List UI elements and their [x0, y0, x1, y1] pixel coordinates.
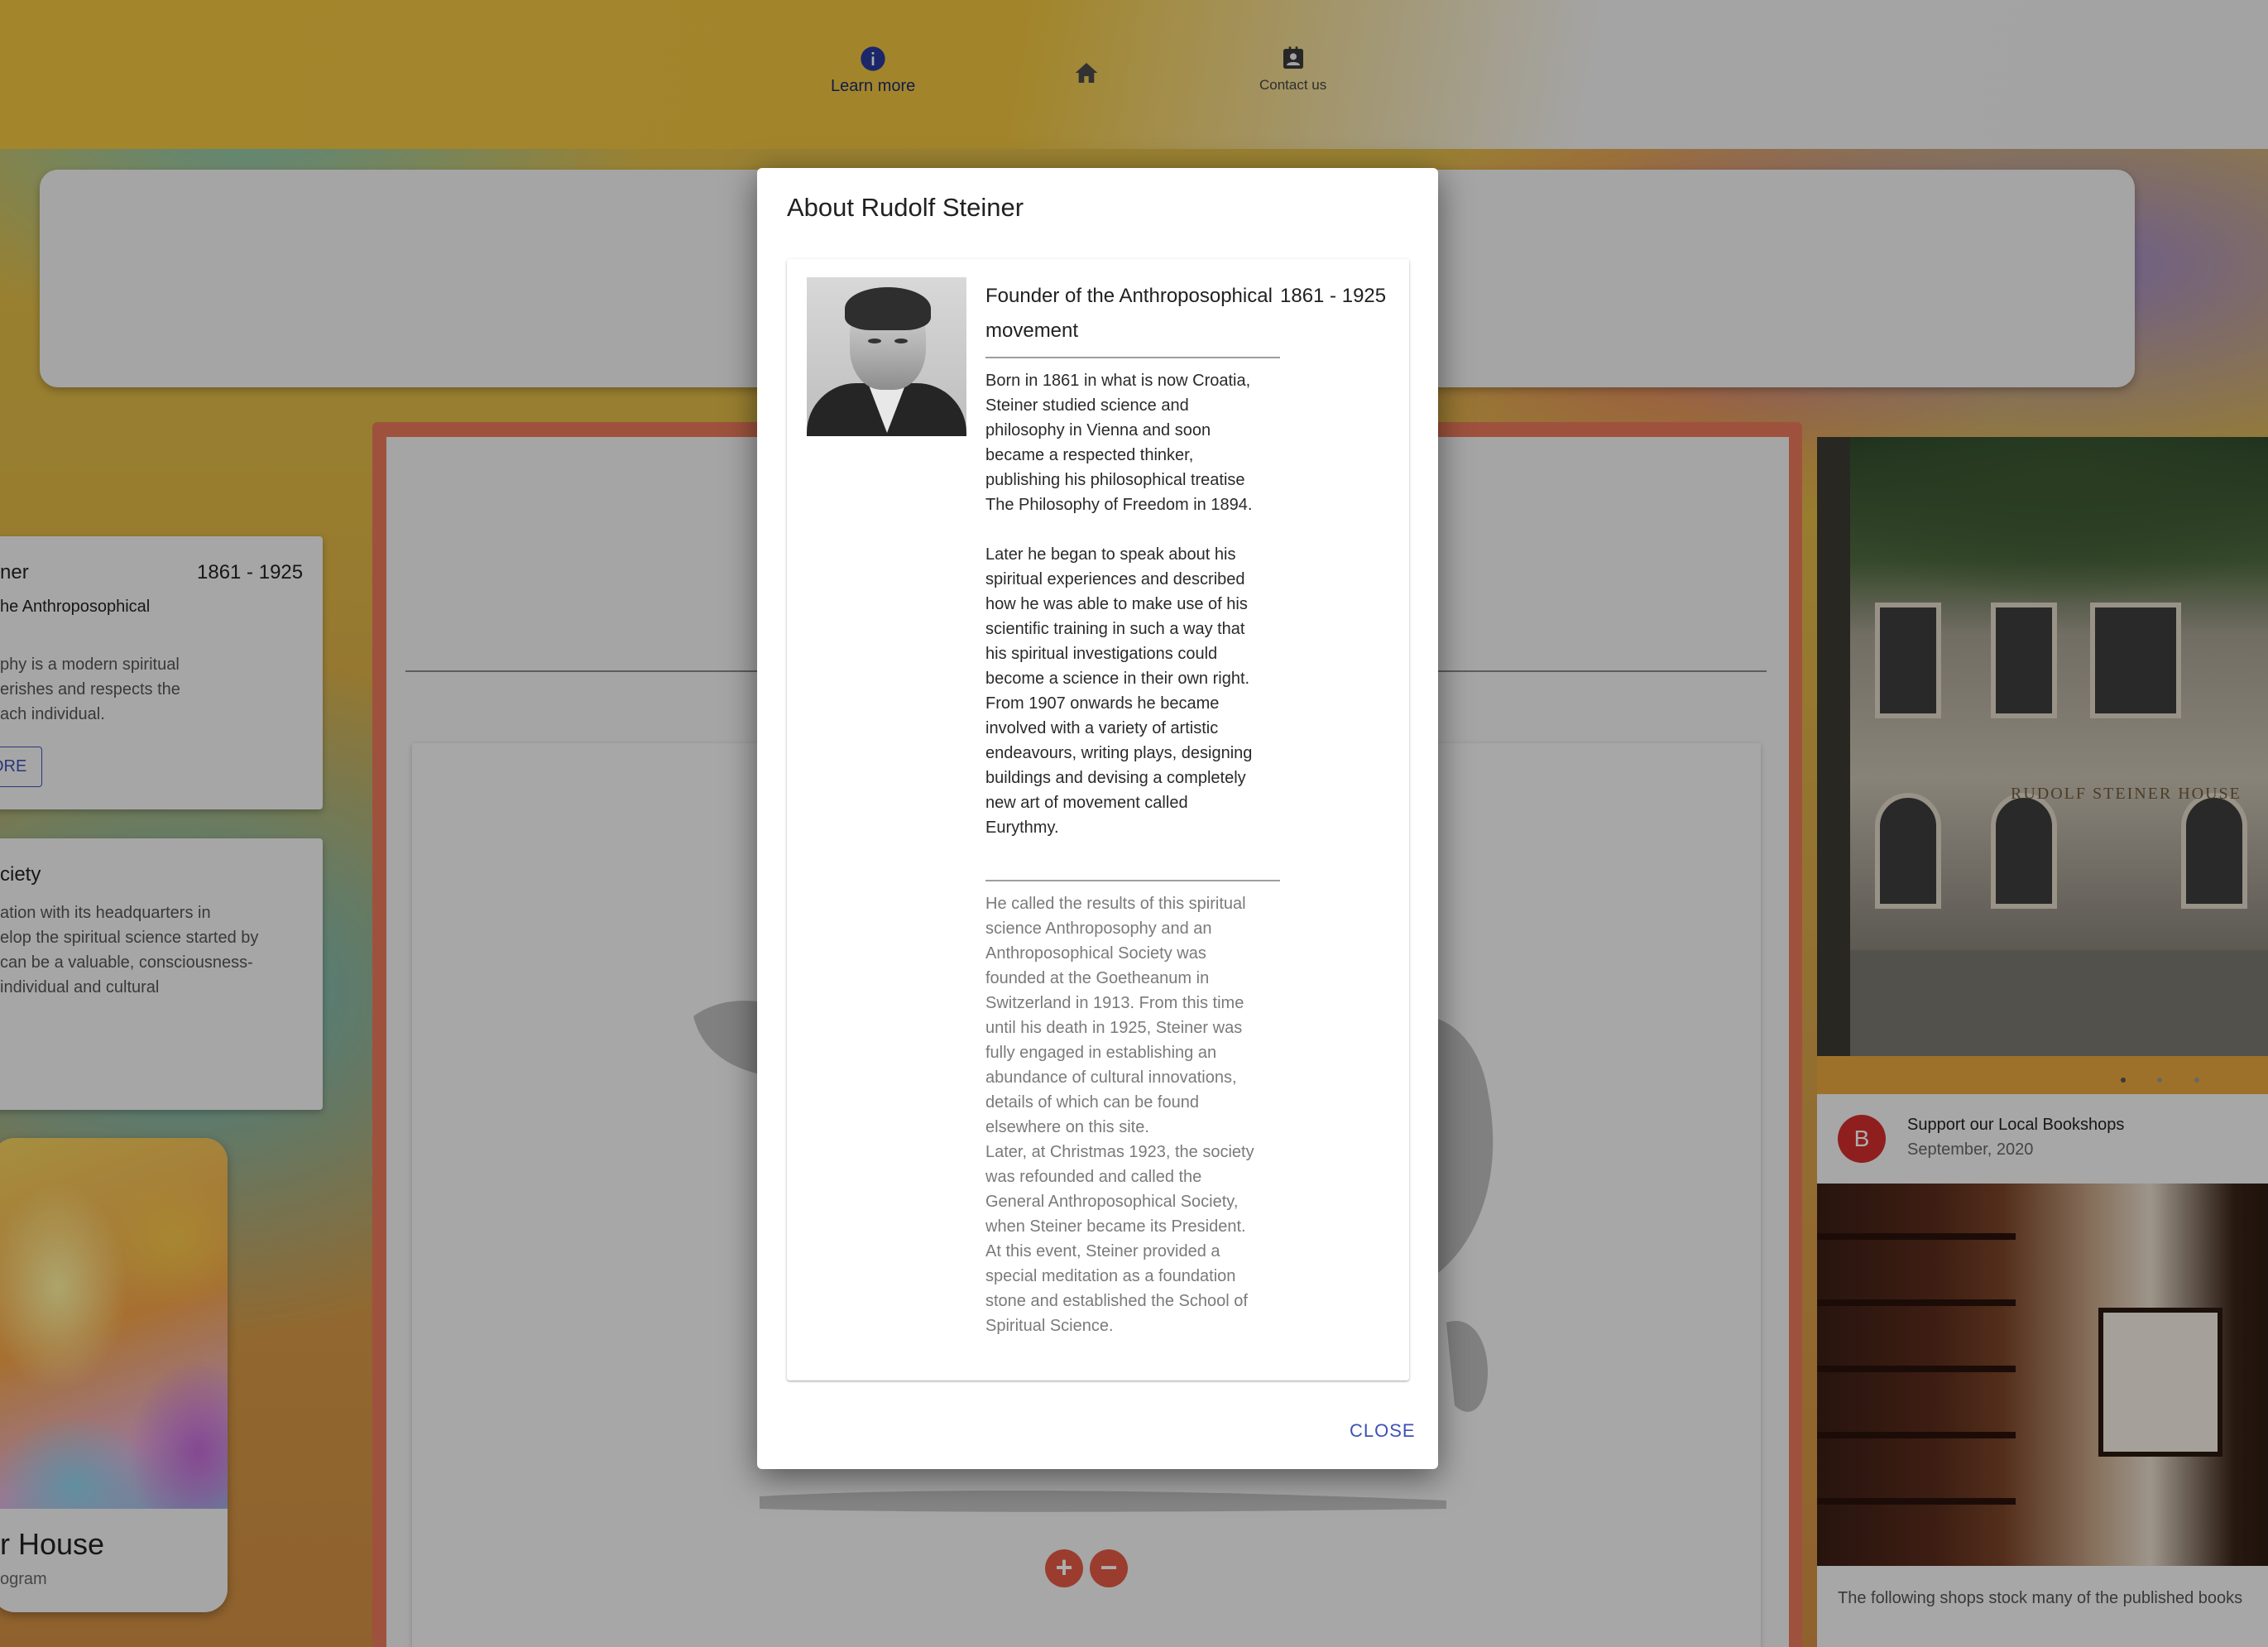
steiner-portrait-image: [807, 277, 966, 436]
biography-heading: Founder of the Anthroposophical movement: [985, 285, 1273, 342]
biography-paragraph-secondary: He called the results of this spiritual …: [985, 895, 1254, 1335]
divider: [985, 880, 1280, 881]
dialog-title: About Rudolf Steiner: [787, 193, 1024, 222]
divider: [985, 357, 1280, 358]
biography-paragraph: Born in 1861 in what is now Croatia, Ste…: [985, 372, 1253, 837]
about-dialog: About Rudolf Steiner Founder of the Anth…: [757, 168, 1438, 1469]
close-button[interactable]: CLOSE: [1350, 1420, 1416, 1442]
portrait-hair: [845, 287, 931, 330]
portrait-eye: [868, 339, 881, 343]
biography-card: Founder of the Anthroposophical movement…: [787, 259, 1409, 1381]
portrait-eye: [894, 339, 908, 343]
biography-years: 1861 - 1925: [1280, 285, 1387, 307]
